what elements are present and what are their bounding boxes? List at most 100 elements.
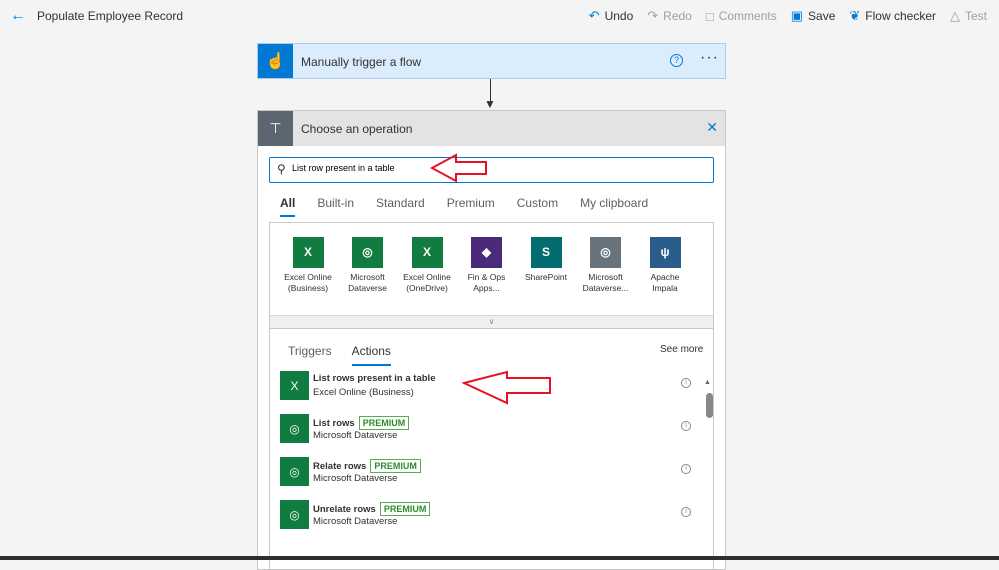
- hand-touch-icon: ☝: [258, 44, 293, 78]
- comments-button[interactable]: □ Comments: [706, 8, 777, 24]
- flask-icon: △: [949, 8, 960, 23]
- choose-operation-card: ⊤ Choose an operation ✕ ⚲ All Built-in S…: [257, 110, 726, 570]
- dataverse-icon: ◎: [280, 500, 309, 529]
- connector-logo-icon: ◎: [590, 237, 621, 268]
- action-connector: Excel Online (Business): [313, 387, 414, 398]
- redo-icon: ↷: [647, 8, 659, 23]
- connector-logo-icon: ◆: [471, 237, 502, 268]
- action-name: List rows present in a table: [313, 373, 436, 384]
- taskbar-strip: [0, 556, 999, 560]
- tab-triggers[interactable]: Triggers: [288, 344, 332, 366]
- connector-item[interactable]: S SharePoint: [516, 237, 576, 283]
- tab-my-clipboard[interactable]: My clipboard: [580, 196, 648, 217]
- action-name: Unrelate rows: [313, 503, 376, 515]
- excel-icon: X: [280, 371, 309, 400]
- scroll-up-icon[interactable]: ▲: [704, 379, 711, 386]
- save-icon: ▣: [790, 8, 804, 23]
- connector-item[interactable]: ◎ Microsoft Dataverse...: [576, 237, 636, 294]
- connector-name: Fin & Ops: [467, 272, 506, 282]
- save-button[interactable]: ▣ Save: [791, 8, 836, 24]
- comments-label: Comments: [718, 9, 777, 23]
- more-options-icon[interactable]: ···: [700, 49, 719, 67]
- tab-custom[interactable]: Custom: [517, 196, 558, 217]
- connector-name-2: Impala: [652, 283, 678, 293]
- connector-logo-icon: S: [530, 237, 562, 268]
- comment-icon: □: [705, 8, 714, 24]
- connector-name: Microsoft: [588, 272, 623, 282]
- connector-name: Excel Online: [284, 272, 332, 282]
- dataverse-icon: ◎: [280, 414, 309, 443]
- save-label: Save: [808, 9, 836, 23]
- help-icon[interactable]: ?: [670, 54, 683, 67]
- premium-badge: PREMIUM: [370, 459, 421, 473]
- command-bar: ↶ Undo ↷ Redo □ Comments ▣ Save ❦ Flow checke…: [589, 8, 987, 24]
- info-icon[interactable]: i: [681, 378, 691, 388]
- connector-name-2: Apps...: [473, 283, 500, 293]
- info-icon[interactable]: i: [681, 464, 691, 474]
- connector-name: Apache: [650, 272, 680, 282]
- connector-grid: ∨ X Excel Online (Business) ◎ Microsoft Datav…: [269, 222, 714, 329]
- connector-item[interactable]: X Excel Online (OneDrive): [397, 237, 457, 294]
- action-name: Relate rows: [313, 460, 367, 472]
- action-connector: Microsoft Dataverse: [313, 516, 398, 527]
- connector-item[interactable]: ◆ Fin & Ops Apps...: [457, 237, 517, 294]
- undo-button[interactable]: ↶ Undo: [589, 8, 634, 24]
- flow-checker-label: Flow checker: [865, 9, 936, 23]
- action-name: List rows: [313, 417, 355, 429]
- info-icon[interactable]: i: [681, 421, 691, 431]
- test-label: Test: [964, 9, 987, 23]
- connector-name-2: (OneDrive): [406, 283, 448, 293]
- search-icon: ⚲: [277, 162, 286, 176]
- close-icon[interactable]: ✕: [706, 119, 718, 136]
- trigger-label: Manually trigger a flow: [301, 55, 422, 69]
- see-more-link[interactable]: See more: [660, 344, 703, 355]
- test-button[interactable]: △ Test: [950, 8, 987, 24]
- back-arrow-icon[interactable]: ←: [10, 7, 26, 25]
- flow-checker-button[interactable]: ❦ Flow checker: [849, 8, 936, 24]
- redo-label: Redo: [663, 9, 692, 23]
- tab-actions[interactable]: Actions: [351, 344, 391, 366]
- action-connector: Microsoft Dataverse: [313, 473, 398, 484]
- connector-logo-icon: X: [411, 237, 443, 268]
- connector-name-2: Dataverse...: [582, 283, 629, 293]
- info-icon[interactable]: i: [681, 507, 691, 517]
- action-item[interactable]: X List rows present in a table Excel Onlin…: [280, 371, 700, 401]
- tab-premium[interactable]: Premium: [447, 196, 495, 217]
- flow-title: Populate Employee Record: [37, 9, 184, 23]
- operation-icon: ⊤: [258, 111, 293, 146]
- connector-name: Excel Online: [403, 272, 451, 282]
- connector-name-2: (Business): [287, 283, 329, 293]
- redo-button[interactable]: ↷ Redo: [647, 8, 692, 24]
- connector-item[interactable]: ◎ Microsoft Dataverse: [338, 237, 398, 294]
- action-item[interactable]: ◎ Unrelate rows PREMIUM Microsoft Dataverse…: [280, 500, 700, 530]
- connector-name: Microsoft: [350, 272, 385, 282]
- connector-logo-icon: ◎: [352, 237, 383, 268]
- search-box[interactable]: ⚲: [269, 157, 714, 183]
- undo-label: Undo: [604, 9, 634, 23]
- action-item[interactable]: ◎ Relate rows PREMIUM Microsoft Dataverse i: [280, 457, 700, 487]
- connector-name: SharePoint: [524, 272, 568, 282]
- tab-all[interactable]: All: [280, 196, 296, 217]
- tab-built-in[interactable]: Built-in: [317, 196, 354, 217]
- connector-item[interactable]: ψ Apache Impala: [635, 237, 695, 294]
- connector-name-2: Dataverse: [348, 283, 387, 293]
- trigger-card[interactable]: ☝ Manually trigger a flow ? ···: [257, 43, 726, 79]
- dataverse-icon: ◎: [280, 457, 309, 486]
- connector-logo-icon: ψ: [649, 237, 681, 268]
- action-connector: Microsoft Dataverse: [313, 430, 398, 441]
- expand-chevron-icon[interactable]: ∨: [270, 315, 713, 328]
- connector-arrow-icon: ▼: [484, 97, 496, 111]
- operation-title: Choose an operation: [301, 122, 413, 136]
- top-bar: ← Populate Employee Record ↶ Undo ↷ Redo □…: [0, 0, 999, 32]
- tab-standard[interactable]: Standard: [376, 196, 425, 217]
- stethoscope-icon: ❦: [849, 8, 861, 23]
- action-item[interactable]: ◎ List rows PREMIUM Microsoft Dataverse i: [280, 414, 700, 444]
- result-tabs: Triggers Actions: [288, 344, 391, 366]
- undo-icon: ↶: [588, 8, 600, 23]
- scrollbar-thumb[interactable]: [706, 393, 713, 418]
- connector-item[interactable]: X Excel Online (Business): [278, 237, 338, 294]
- premium-badge: PREMIUM: [379, 502, 431, 516]
- operation-header: ⊤ Choose an operation ✕: [258, 111, 725, 146]
- premium-badge: PREMIUM: [358, 416, 410, 430]
- search-input[interactable]: [292, 163, 592, 173]
